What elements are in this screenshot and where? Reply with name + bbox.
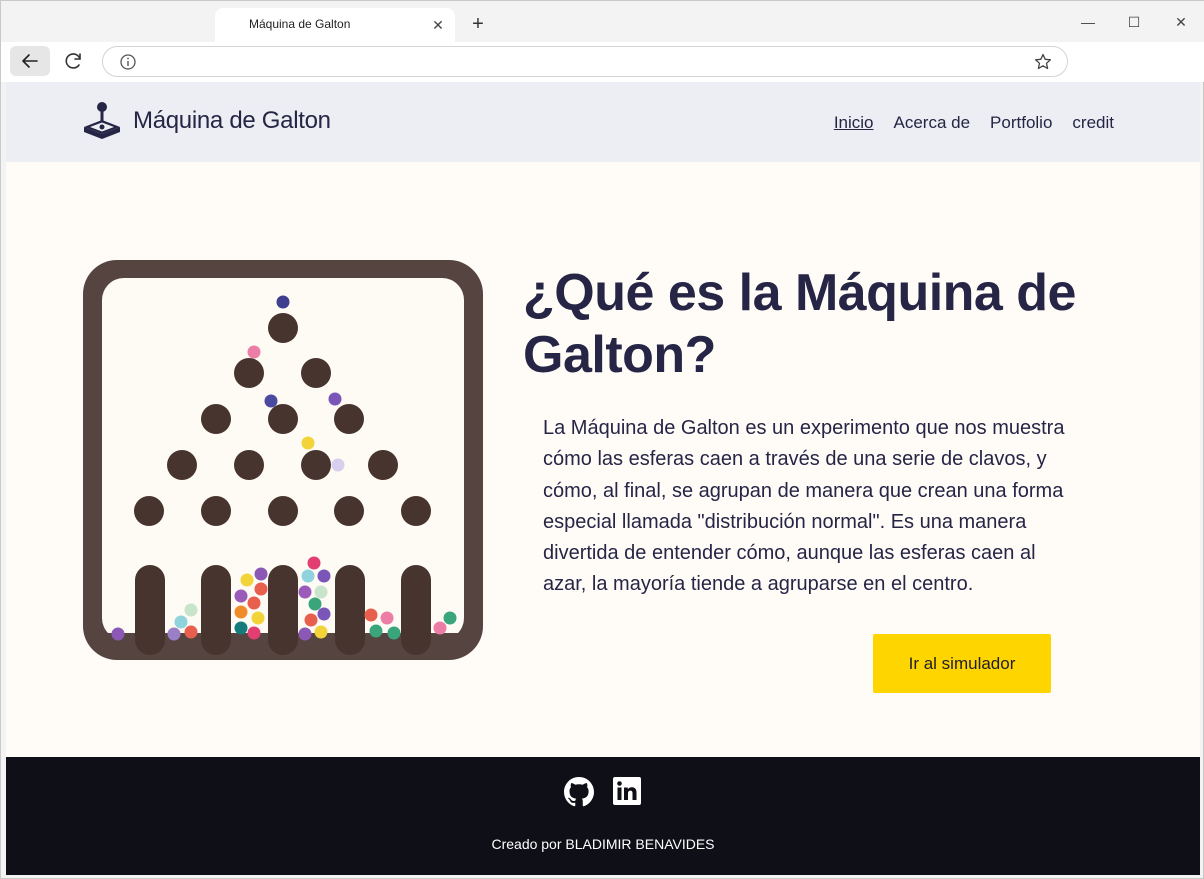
hero-description: La Máquina de Galton es un experimento q…: [543, 417, 1065, 596]
site-title[interactable]: Máquina de Galton: [133, 107, 331, 135]
bookmark-star-icon[interactable]: [1033, 52, 1053, 72]
nav-link-portfolio[interactable]: Portfolio: [990, 113, 1052, 133]
page-viewport: Máquina de Galton Inicio Acerca de Portf…: [6, 82, 1200, 875]
browser-toolbar: [1, 42, 1204, 82]
new-tab-button[interactable]: +: [467, 13, 489, 35]
browser-tab[interactable]: Máquina de Galton ✕: [215, 8, 455, 42]
main-nav: Inicio Acerca de Portfolio credit: [834, 113, 1114, 133]
maximize-button[interactable]: ☐: [1119, 11, 1149, 33]
site-footer: Creado por BLADIMIR BENAVIDES: [6, 757, 1200, 875]
linkedin-icon[interactable]: [613, 777, 641, 805]
reload-button[interactable]: [59, 46, 89, 76]
nav-link-inicio[interactable]: Inicio: [834, 113, 874, 133]
joystick-icon[interactable]: [82, 101, 124, 141]
nav-link-acerca-de[interactable]: Acerca de: [894, 113, 971, 133]
address-bar[interactable]: [102, 46, 1068, 77]
site-header: Máquina de Galton Inicio Acerca de Portf…: [6, 82, 1200, 162]
nav-link-credit[interactable]: credit: [1072, 113, 1114, 133]
info-icon[interactable]: [119, 53, 137, 71]
footer-credit: Creado por BLADIMIR BENAVIDES: [491, 836, 715, 852]
go-to-simulator-button[interactable]: Ir al simulador: [873, 634, 1051, 693]
minimize-button[interactable]: —: [1073, 11, 1103, 33]
github-icon[interactable]: [564, 777, 594, 807]
galton-board-illustration: [83, 260, 483, 660]
reload-icon: [65, 53, 81, 69]
hero-title: ¿Qué es la Máquina de Galton?: [523, 264, 1076, 384]
back-button[interactable]: [10, 46, 50, 76]
back-arrow-icon: [22, 54, 38, 68]
tab-close-icon[interactable]: ✕: [429, 16, 447, 34]
tab-strip: Máquina de Galton ✕ + — ☐ ✕: [1, 1, 1204, 42]
close-window-button[interactable]: ✕: [1166, 11, 1196, 33]
tab-title: Máquina de Galton: [249, 17, 351, 31]
browser-window: Máquina de Galton ✕ + — ☐ ✕ Máquina de G…: [0, 0, 1204, 879]
